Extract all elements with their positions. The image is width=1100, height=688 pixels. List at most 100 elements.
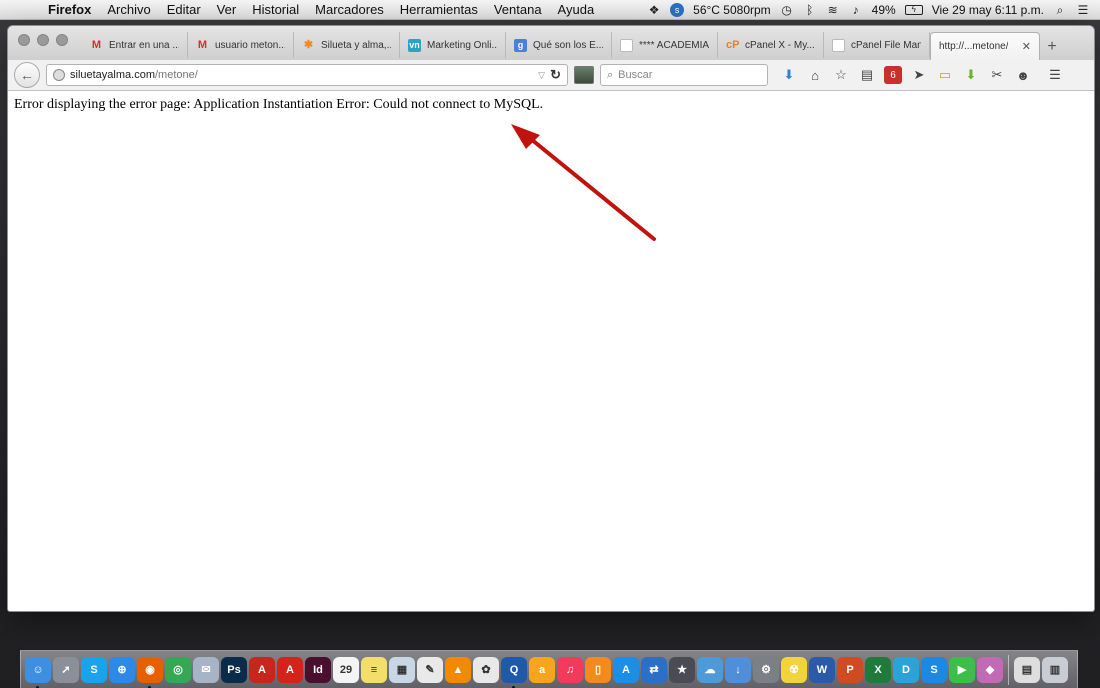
radiation-icon[interactable]: ☢ (781, 656, 807, 683)
powerpoint-icon[interactable]: P (837, 656, 863, 683)
spotlight-icon[interactable]: ⌕ (1053, 3, 1067, 17)
facetime-icon[interactable]: ▶ (949, 656, 975, 683)
tab[interactable]: g Qué son los E... (506, 32, 612, 58)
imovie-icon[interactable]: ★ (669, 656, 695, 683)
tools-icon[interactable]: ✂ (988, 66, 1006, 84)
address-bar[interactable]: siluetayalma.com/metone/ ▽ ↻ (46, 64, 568, 86)
calendar-icon[interactable]: 29 (333, 656, 359, 683)
launchpad-icon[interactable]: ➚ (53, 656, 79, 683)
reload-icon[interactable]: ↻ (550, 67, 561, 83)
home-icon[interactable]: ⌂ (806, 66, 824, 84)
chrome-icon[interactable]: ◎ (165, 656, 191, 683)
textedit-icon[interactable]: ✎ (417, 656, 443, 683)
indesign-icon[interactable]: Id (305, 656, 331, 683)
reading-list-icon[interactable]: ▤ (858, 66, 876, 84)
wifi-icon[interactable]: ≋ (826, 3, 840, 17)
tab[interactable]: vn Marketing Onli... (400, 32, 506, 58)
vlc-icon[interactable]: ▲ (445, 656, 471, 683)
app-store-icon[interactable]: A (613, 656, 639, 683)
preview-icon[interactable]: ▦ (389, 656, 415, 683)
battery-icon[interactable]: ϟ (904, 4, 923, 15)
fan-icon[interactable]: s (670, 2, 685, 17)
trash-icon[interactable]: ▥ (1042, 656, 1068, 683)
url-path: /metone/ (154, 69, 198, 81)
addon-badge-icon[interactable]: 6 (884, 66, 902, 84)
battery-percent[interactable]: 49% (872, 3, 896, 17)
documents-icon[interactable]: ▤ (1014, 656, 1040, 683)
firefox-icon[interactable]: ◉ (137, 656, 163, 688)
skype-icon[interactable]: S (81, 656, 107, 683)
close-tab-icon[interactable]: ✕ (1022, 40, 1031, 53)
screenshot-addon-icon[interactable] (574, 66, 594, 84)
downloads-icon[interactable]: ↓ (725, 656, 751, 683)
menu-ayuda[interactable]: Ayuda (550, 2, 603, 17)
blank-icon (620, 38, 633, 52)
shazam-icon[interactable]: S (921, 656, 947, 683)
migration-icon[interactable]: ⇄ (641, 656, 667, 683)
url-history-dropdown-icon[interactable]: ▽ (538, 70, 545, 81)
bookmark-star-icon[interactable]: ☆ (832, 66, 850, 84)
tab-active[interactable]: http://...metone/ ✕ (930, 32, 1040, 60)
finder-icon[interactable]: ☺ (25, 656, 51, 688)
search-input[interactable] (618, 69, 749, 81)
menu-historial[interactable]: Historial (244, 2, 307, 17)
notification-center-icon[interactable]: ☰ (1076, 3, 1090, 17)
tab[interactable]: **** ACADEMIA LA... (612, 32, 718, 58)
time-machine-icon[interactable]: ◷ (780, 3, 794, 17)
download-helper-icon[interactable]: ⬇ (962, 66, 980, 84)
ticket-icon[interactable]: ▭ (936, 66, 954, 84)
menu-archivo[interactable]: Archivo (99, 2, 158, 17)
menu-app-name[interactable]: Firefox (40, 2, 99, 17)
dropbox-icon[interactable]: ❖ (647, 3, 661, 17)
photos-icon[interactable]: ✿ (473, 656, 499, 683)
dashlane-icon[interactable]: D (893, 656, 919, 683)
zoom-window-button[interactable] (56, 34, 68, 46)
dock: ☺ ➚ S ⊕ ◉ ◎ ✉ Ps A A Id 29 ≡ ▦ ✎ ▲ ✿ Qa ♫ ▯ A ⇄ ★ ☁ ↓ ⚙ ☢ W P X D S ▶ ◆ ▤ ▥ (20, 650, 1078, 688)
menu-bar: Firefox Archivo Editar Ver Historial Mar… (0, 0, 1100, 20)
menu-herramientas[interactable]: Herramientas (392, 2, 486, 17)
page-content: Error displaying the error page: Applica… (8, 91, 1094, 609)
tab[interactable]: M Entrar en una ... (82, 32, 188, 58)
tab[interactable]: ✱ Silueta y alma,... (294, 32, 400, 58)
volume-icon[interactable]: ♪ (849, 3, 863, 17)
ibooks-icon[interactable]: ▯ (585, 656, 611, 683)
keynote-icon[interactable]: ◆ (977, 656, 1003, 683)
temperature-readout[interactable]: 56°C 5080rpm (693, 3, 771, 17)
tab[interactable]: Musuario meton... (188, 32, 294, 58)
tab[interactable]: cP cPanel X - My... (718, 32, 824, 58)
system-prefs-icon[interactable]: ⚙ (753, 656, 779, 683)
amazon-icon[interactable]: a (529, 656, 555, 683)
photoshop-icon[interactable]: Ps (221, 656, 247, 683)
search-bar[interactable]: ⌕ (600, 64, 768, 86)
word-icon[interactable]: W (809, 656, 835, 683)
network-icon[interactable]: ☁ (697, 656, 723, 683)
tab-label: Silueta y alma,... (321, 39, 391, 51)
status-area: ❖ s 56°C 5080rpm ◷ ᛒ ≋ ♪ 49% ϟ Vie 29 ma… (647, 2, 1100, 17)
back-button[interactable]: ← (14, 62, 40, 88)
gmail-icon: M (91, 38, 102, 51)
excel-icon[interactable]: X (865, 656, 891, 683)
quicktime-icon[interactable]: Q (501, 656, 527, 688)
safari-icon[interactable]: ⊕ (109, 656, 135, 683)
menu-editar[interactable]: Editar (159, 2, 209, 17)
clock[interactable]: Vie 29 may 6:11 p.m. (932, 3, 1044, 17)
menu-ver[interactable]: Ver (209, 2, 245, 17)
acrobat-reader-icon[interactable]: A (277, 656, 303, 683)
tab-label: cPanel X - My... (745, 39, 815, 51)
close-window-button[interactable] (18, 34, 30, 46)
bluetooth-icon[interactable]: ᛒ (803, 3, 817, 17)
notes-icon[interactable]: ≡ (361, 656, 387, 683)
menu-ventana[interactable]: Ventana (486, 2, 550, 17)
tab[interactable]: cPanel File Manag... (824, 32, 930, 58)
mail-icon[interactable]: ✉ (193, 656, 219, 683)
smiley-icon[interactable]: ☻ (1014, 66, 1032, 84)
menu-marcadores[interactable]: Marcadores (307, 2, 392, 17)
new-tab-button[interactable]: + (1040, 34, 1064, 60)
minimize-window-button[interactable] (37, 34, 49, 46)
itunes-icon[interactable]: ♫ (557, 656, 583, 683)
menu-icon[interactable]: ☰ (1046, 66, 1064, 84)
downloads-icon[interactable]: ⬇ (780, 66, 798, 84)
send-icon[interactable]: ➤ (910, 66, 928, 84)
tabs: M Entrar en una ... Musuario meton... ✱ Silu… (82, 32, 1040, 60)
acrobat-icon[interactable]: A (249, 656, 275, 683)
